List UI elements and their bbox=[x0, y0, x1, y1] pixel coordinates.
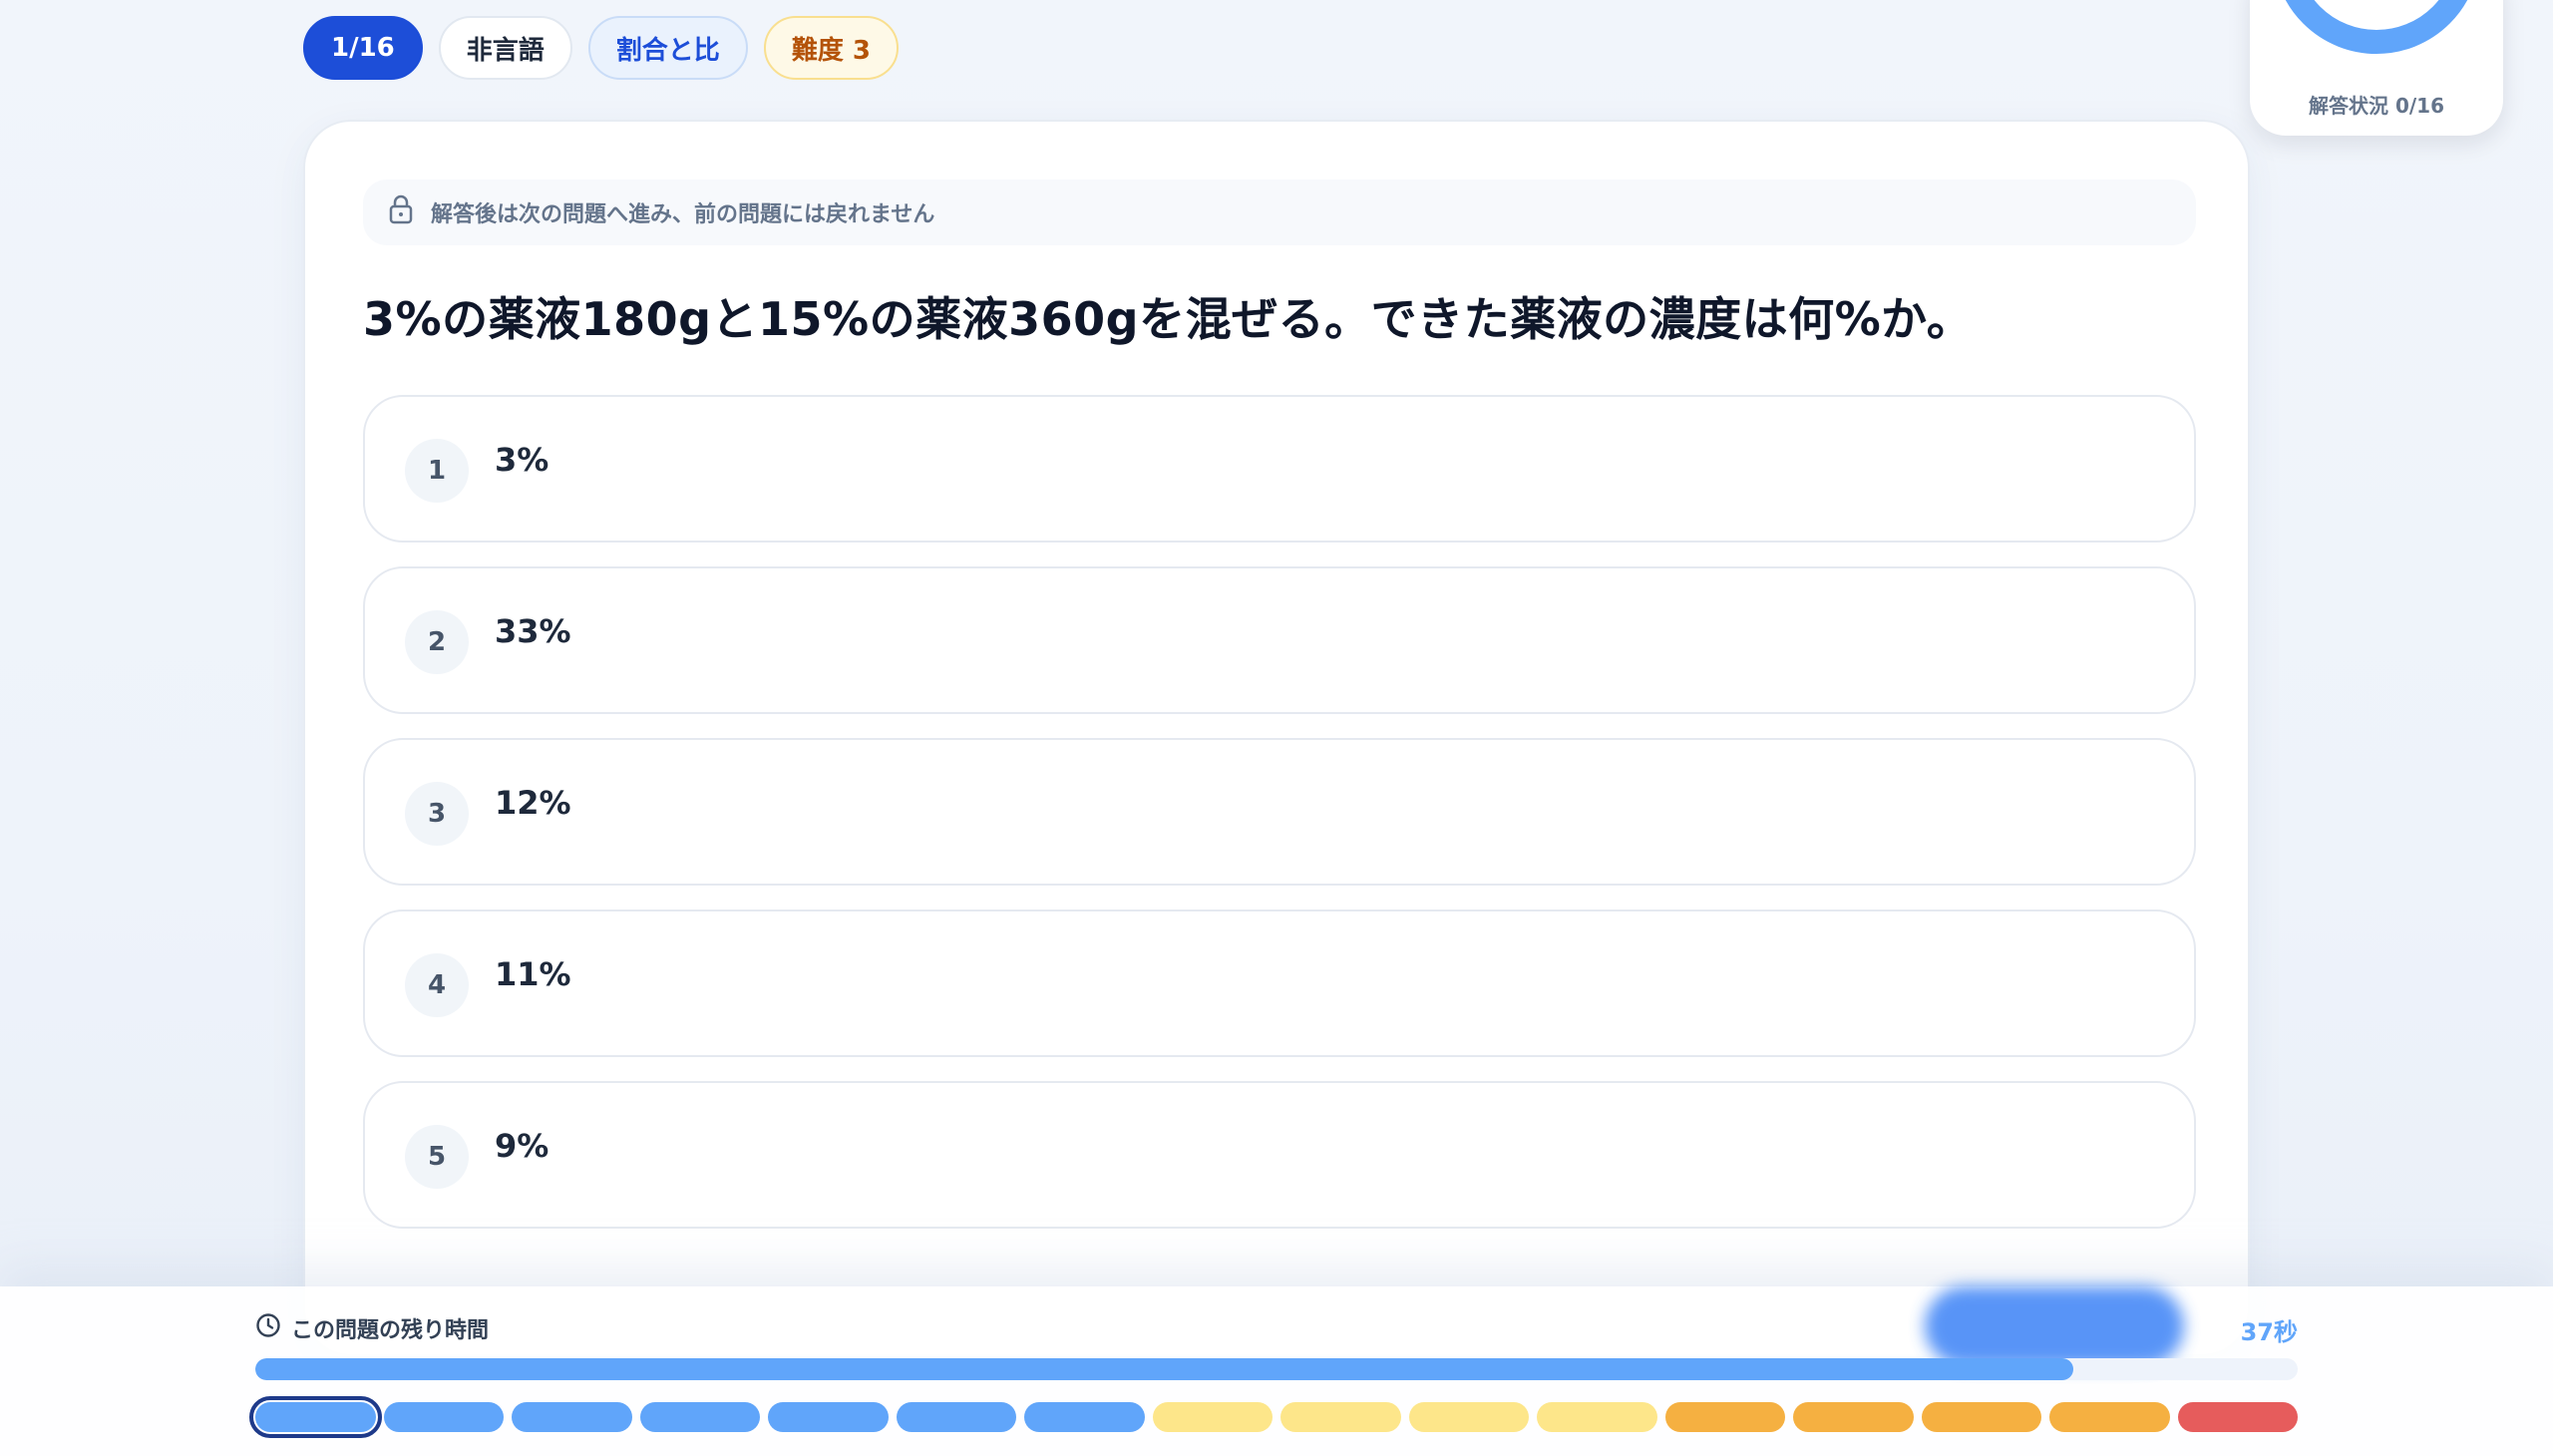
question-segment-5 bbox=[768, 1402, 889, 1432]
timer-seconds: 37秒 bbox=[2240, 1318, 2298, 1346]
clock-icon bbox=[255, 1312, 281, 1344]
question-segment-10 bbox=[1408, 1402, 1529, 1432]
option-number: 1 bbox=[405, 439, 469, 503]
question-segment-14 bbox=[1921, 1402, 2041, 1432]
question-segment-6 bbox=[896, 1402, 1016, 1432]
option-number: 4 bbox=[405, 953, 469, 1017]
option-text: 33% bbox=[495, 612, 571, 650]
question-segment-13 bbox=[1793, 1402, 1914, 1432]
question-category-tag: 割合と比 bbox=[587, 16, 748, 80]
option-text: 12% bbox=[495, 784, 571, 822]
question-segment-1 bbox=[249, 1396, 382, 1438]
question-text: 3%の薬液180gと15%の薬液360gを混ぜる。できた薬液の濃度は何%か。 bbox=[363, 292, 1974, 346]
option-text: 9% bbox=[495, 1127, 549, 1165]
option-number: 5 bbox=[405, 1125, 469, 1189]
question-segment-7 bbox=[1024, 1402, 1145, 1432]
answer-status-card: 解答状況 0/16 bbox=[2250, 0, 2503, 136]
option-3[interactable]: 3 12% bbox=[363, 738, 2196, 886]
question-card: 解答後は次の問題へ進み、前の問題には戻れません 3%の薬液180gと15%の薬液… bbox=[303, 120, 2250, 1356]
option-1[interactable]: 1 3% bbox=[363, 395, 2196, 543]
question-tags: 1/16 非言語 割合と比 難度 3 bbox=[303, 16, 899, 80]
no-return-notice: 解答後は次の問題へ進み、前の問題には戻れません bbox=[363, 180, 2196, 245]
option-text: 11% bbox=[495, 955, 571, 993]
option-2[interactable]: 2 33% bbox=[363, 566, 2196, 714]
difficulty-tag: 難度 3 bbox=[763, 16, 899, 80]
question-segment-2 bbox=[383, 1402, 504, 1432]
option-text: 3% bbox=[495, 441, 549, 479]
option-number: 3 bbox=[405, 782, 469, 846]
lock-icon bbox=[387, 194, 415, 230]
question-segment-8 bbox=[1152, 1402, 1273, 1432]
answer-options: 1 3% 2 33% 3 12% 4 11% 5 9% bbox=[363, 395, 2196, 1253]
timer-label-text: この問題の残り時間 bbox=[291, 1318, 490, 1343]
question-segment-15 bbox=[2049, 1402, 2170, 1432]
question-segment-12 bbox=[1664, 1402, 1785, 1432]
time-remaining-fill bbox=[255, 1358, 2073, 1380]
question-count-badge: 1/16 bbox=[303, 16, 423, 80]
question-segment-16 bbox=[2177, 1402, 2298, 1432]
question-segment-4 bbox=[639, 1402, 760, 1432]
timer-label: この問題の残り時間 bbox=[255, 1312, 489, 1344]
question-segment-11 bbox=[1537, 1402, 1657, 1432]
question-type-tag: 非言語 bbox=[438, 16, 572, 80]
option-number: 2 bbox=[405, 610, 469, 674]
question-segment-9 bbox=[1280, 1402, 1401, 1432]
time-remaining-bar bbox=[255, 1358, 2298, 1380]
option-4[interactable]: 4 11% bbox=[363, 910, 2196, 1057]
notice-text: 解答後は次の問題へ進み、前の問題には戻れません bbox=[431, 202, 935, 227]
answer-status-label: 解答状況 0/16 bbox=[2308, 94, 2444, 118]
next-button-blurred[interactable] bbox=[1925, 1286, 2184, 1366]
option-5[interactable]: 5 9% bbox=[363, 1081, 2196, 1229]
timer-panel: この問題の残り時間 37秒 bbox=[0, 1286, 2553, 1456]
question-segment-3 bbox=[512, 1402, 632, 1432]
question-progress-segments bbox=[249, 1396, 2298, 1438]
